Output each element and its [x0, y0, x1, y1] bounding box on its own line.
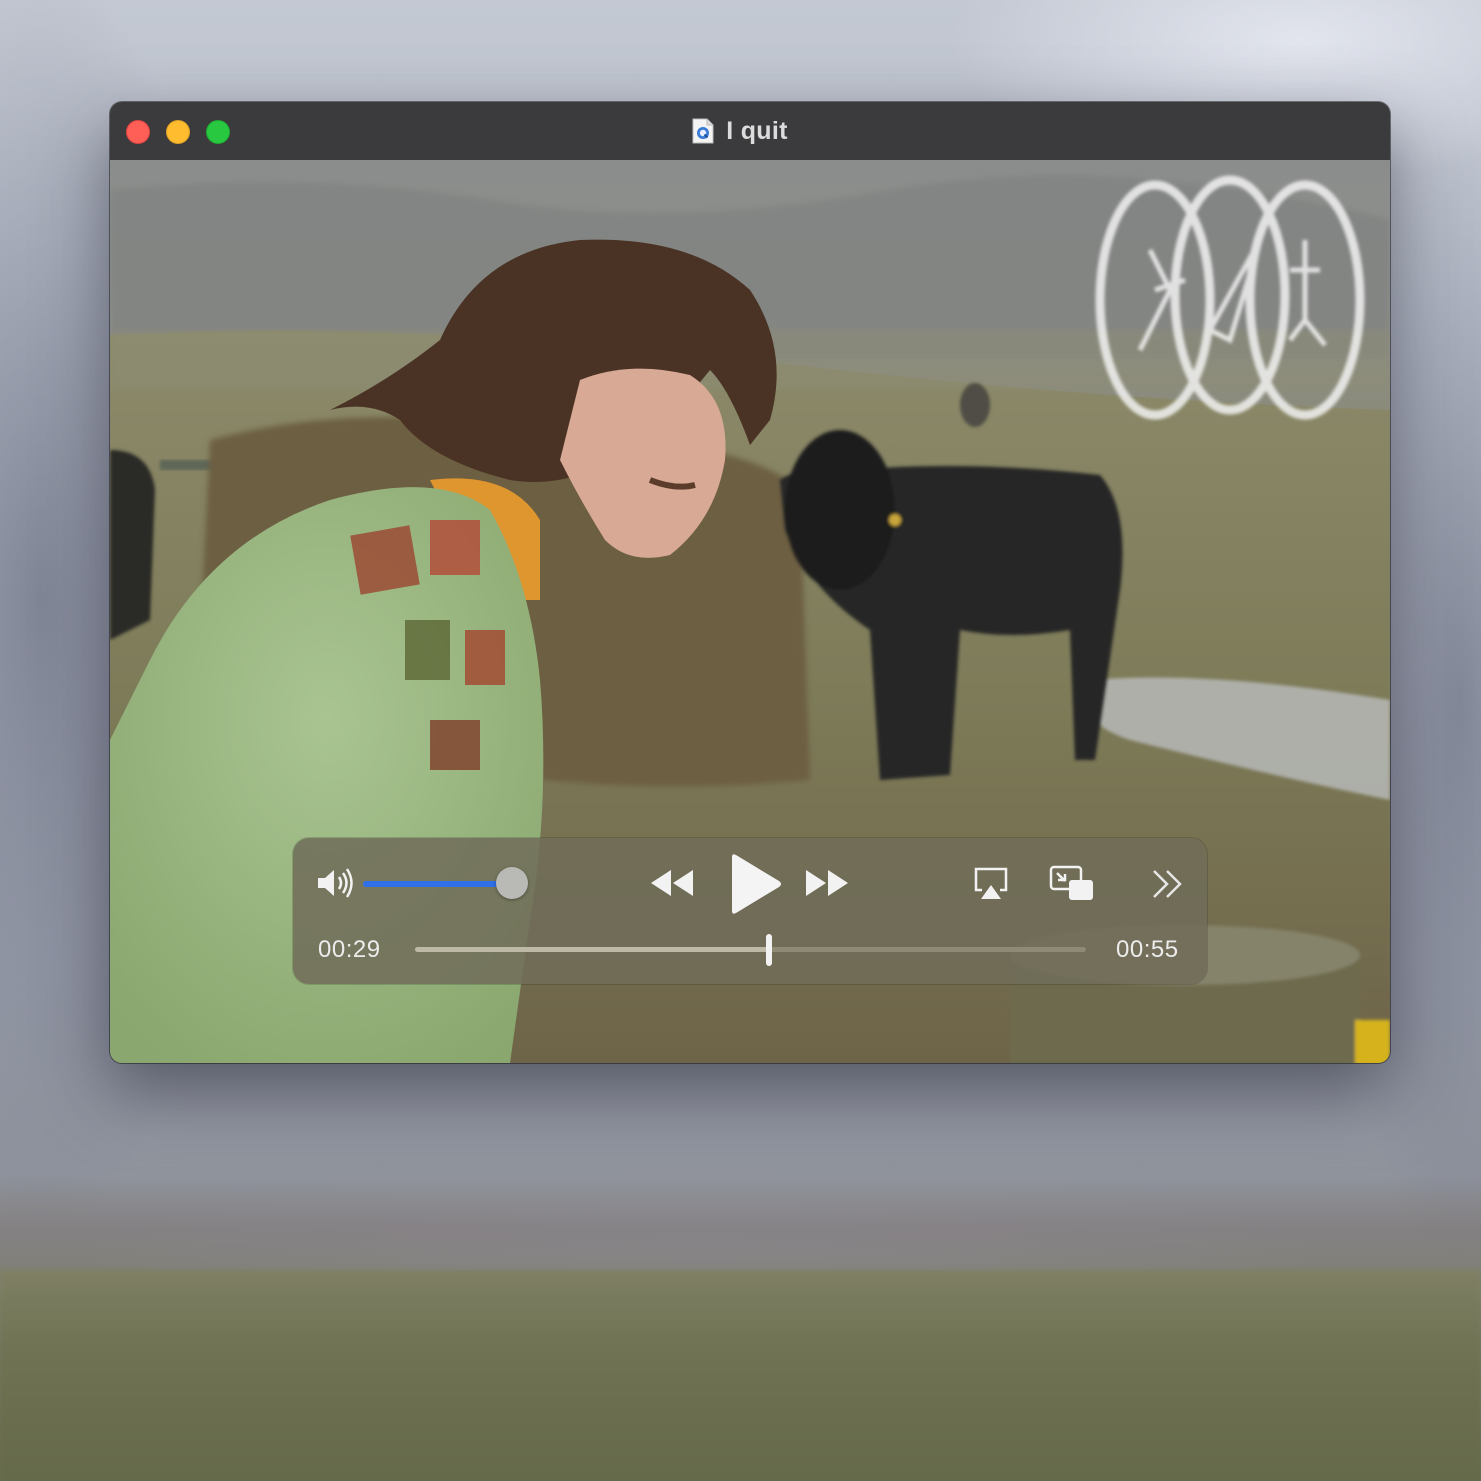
scrubber-playhead[interactable]: [765, 934, 772, 966]
background-road: [0, 1175, 1481, 1285]
title-area: I quit: [110, 102, 1390, 160]
background-field: [0, 1270, 1481, 1481]
window-title: I quit: [726, 116, 788, 145]
volume-fill: [363, 881, 499, 887]
video-frame[interactable]: 00:29 00:55: [110, 160, 1390, 1063]
picture-in-picture-icon[interactable]: [1049, 864, 1095, 909]
scrubber-track[interactable]: [415, 947, 1086, 952]
play-icon[interactable]: [727, 853, 783, 920]
volume-knob[interactable]: [496, 867, 529, 899]
playback-controls: 00:29 00:55: [293, 838, 1207, 984]
quicktime-document-icon: [692, 118, 714, 144]
scrubber-progress: [415, 947, 769, 952]
quicktime-window: I quit 00:29 00:55: [110, 102, 1390, 1063]
airplay-icon[interactable]: [973, 866, 1009, 907]
title-bar[interactable]: I quit: [110, 102, 1390, 161]
current-time: 00:29: [318, 936, 381, 963]
duration-time: 00:55: [1116, 936, 1179, 963]
speaker-volume-icon[interactable]: [315, 866, 355, 905]
chevrons-right-icon[interactable]: [1151, 868, 1185, 905]
rewind-icon[interactable]: [648, 866, 696, 905]
fast-forward-icon[interactable]: [803, 866, 851, 905]
